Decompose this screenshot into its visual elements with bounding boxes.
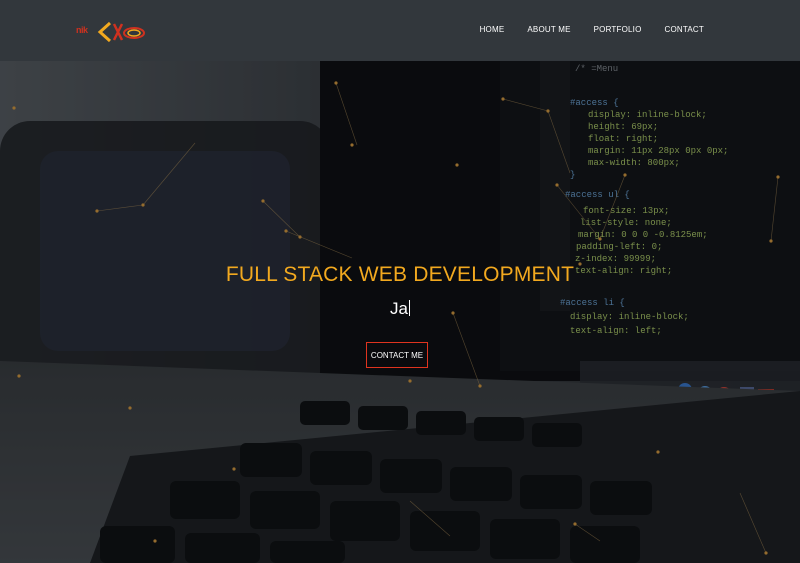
typed-text-value: Ja bbox=[390, 299, 408, 318]
hero-title: FULL STACK WEB DEVELOPMENT bbox=[225, 263, 575, 286]
typed-text: Ja bbox=[0, 299, 800, 319]
typing-cursor bbox=[408, 300, 410, 316]
nav-home[interactable]: HOME bbox=[480, 25, 505, 34]
contact-me-button[interactable]: CONTACT ME bbox=[366, 342, 428, 368]
nav-about-me[interactable]: ABOUT ME bbox=[527, 25, 570, 34]
logo-mark-icon bbox=[97, 21, 145, 43]
top-navbar: nik HOME ABOUT ME PORTFOLIO CONTACT bbox=[0, 0, 800, 61]
nav-portfolio[interactable]: PORTFOLIO bbox=[594, 25, 642, 34]
main-nav: HOME ABOUT ME PORTFOLIO CONTACT bbox=[457, 25, 704, 34]
nav-contact[interactable]: CONTACT bbox=[665, 25, 704, 34]
hero-section: /* =Menu #access { display: inline-block… bbox=[0, 61, 800, 563]
site-logo[interactable]: nik bbox=[76, 20, 148, 44]
